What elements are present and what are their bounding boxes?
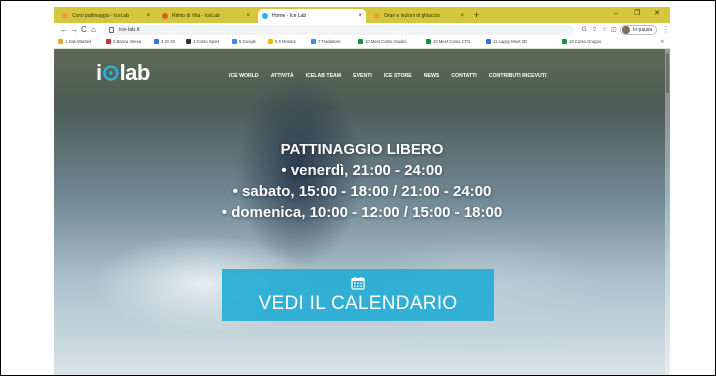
close-icon[interactable]: ×: [146, 13, 150, 19]
bookmark-icon: [58, 39, 63, 44]
bookmark-icon: [268, 39, 273, 44]
profile-status: In pausa: [633, 27, 653, 33]
avatar: [622, 26, 630, 34]
bookmark-item[interactable]: 2 Banca Intesa: [106, 39, 141, 44]
tab-orari[interactable]: Orari e lezioni di ghiaccio ×: [370, 9, 468, 23]
tab-label: Orari e lezioni di ghiaccio: [384, 13, 440, 19]
site-logo[interactable]: i⊙lab: [96, 61, 150, 85]
bookmark-icon: [106, 39, 111, 44]
address-bar-row: ← → C ⌂ ice-lab.it G ⇪ ☆ ◫ In pausa ⋮: [54, 23, 670, 37]
bookmark-icon: [562, 39, 567, 44]
bookmark-icon: [486, 39, 491, 44]
bookmark-label: 7 Traduttore: [318, 39, 341, 44]
bookmark-item[interactable]: 7 Traduttore: [311, 39, 341, 44]
url-text[interactable]: ice-lab.it: [119, 26, 139, 34]
tab-label: Ritmo di Vita - IceLab: [172, 13, 220, 19]
website-viewport: i⊙lab ICE WORLD ATTIVITÀ ICELAB TEAM EVE…: [54, 49, 670, 375]
bookmark-label: 10 Meet Corso CTG: [433, 39, 471, 44]
bookmark-item[interactable]: 6 5 Monitor: [268, 39, 296, 44]
bookmark-icon: [232, 39, 237, 44]
close-icon[interactable]: ×: [460, 13, 464, 19]
bookmark-label: 11 Lappy Meet 3D: [493, 39, 527, 44]
view-calendar-button[interactable]: VEDI IL CALENDARIO: [222, 269, 494, 321]
share-icon[interactable]: ⇪: [592, 26, 597, 34]
tab-strip: Corsi pattinaggio - IceLab × Ritmo di Vi…: [54, 7, 670, 23]
bookmark-item[interactable]: 5 Google: [232, 39, 256, 44]
schedule-line-sunday: • domenica, 10:00 - 12:00 / 15:00 - 18:0…: [221, 204, 503, 221]
calendar-icon: [351, 276, 365, 290]
back-button[interactable]: ←: [60, 25, 68, 35]
nav-contributi-ricevuti[interactable]: CONTRIBUTI RICEVUTI: [489, 73, 547, 79]
google-lens-icon[interactable]: G: [582, 26, 587, 34]
bookmark-label: 3 IO Sit: [161, 39, 175, 44]
tab-ritmo[interactable]: Ritmo di Vita - IceLab ×: [158, 9, 254, 23]
schedule-line-friday: • venerdì, 21:00 - 24:00: [281, 162, 443, 179]
close-icon[interactable]: ×: [246, 13, 250, 19]
bookmarks-bar: 1 Dati Wanted 2 Banca Intesa 3 IO Sit 4 …: [54, 37, 670, 49]
minimize-button[interactable]: –: [614, 8, 618, 20]
lock-icon[interactable]: [109, 27, 114, 33]
bookmark-item[interactable]: 3 IO Sit: [154, 39, 175, 44]
nav-eventi[interactable]: EVENTI: [353, 73, 372, 79]
bookmark-item[interactable]: 10 Meet Corso Giudici: [358, 39, 406, 44]
bookmarks-overflow-button[interactable]: »: [661, 39, 664, 45]
nav-ice-world[interactable]: ICE WORLD: [229, 73, 259, 79]
schedule-line-saturday: • sabato, 15:00 - 18:00 / 21:00 - 24:00: [232, 183, 492, 200]
close-window-button[interactable]: ✕: [654, 8, 660, 20]
nav-ice-store[interactable]: ICE STORE: [384, 73, 412, 79]
reload-button[interactable]: C: [81, 25, 87, 35]
tab-home-ice-lab[interactable]: Home - Ice Lab ×: [258, 9, 366, 23]
nav-news[interactable]: NEWS: [424, 73, 440, 79]
hero-title: PATTINAGGIO LIBERO: [280, 141, 444, 158]
tab-favicon-icon: [374, 13, 380, 19]
sidepanel-icon[interactable]: ◫: [611, 26, 617, 34]
site-main-nav: ICE WORLD ATTIVITÀ ICELAB TEAM EVENTI IC…: [229, 73, 558, 79]
profile-button[interactable]: In pausa: [620, 25, 658, 35]
bookmark-item[interactable]: 10 Meet Corso CTG: [426, 39, 470, 44]
home-button[interactable]: ⌂: [91, 25, 96, 35]
nav-attivita[interactable]: ATTIVITÀ: [271, 73, 294, 79]
bookmark-icon: [311, 39, 316, 44]
bookmark-label: 1 Dati Wanted: [65, 39, 92, 44]
url-bar[interactable]: ice-lab.it: [104, 25, 574, 35]
close-icon[interactable]: ×: [358, 13, 362, 19]
bookmark-icon: [186, 39, 191, 44]
logo-text-suffix: lab: [119, 60, 151, 85]
bookmark-item[interactable]: 19 Corso Gruppo: [562, 39, 601, 44]
restore-button[interactable]: ❐: [634, 8, 640, 20]
tab-favicon-icon: [62, 13, 68, 19]
tab-label: Home - Ice Lab: [272, 13, 307, 19]
tab-favicon-icon: [262, 13, 268, 19]
bookmark-label: 6 5 Monitor: [275, 39, 296, 44]
page-scrollbar[interactable]: [665, 49, 670, 375]
bookmark-label: 10 Meet Corso Giudici: [365, 39, 407, 44]
bookmark-icon: [154, 39, 159, 44]
scrollbar-thumb[interactable]: [666, 53, 669, 93]
bookmark-icon: [426, 39, 431, 44]
hero-schedule: PATTINAGGIO LIBERO • venerdì, 21:00 - 24…: [54, 139, 670, 223]
bookmark-label: 2 Banca Intesa: [113, 39, 141, 44]
tab-favicon-icon: [162, 13, 168, 19]
new-tab-button[interactable]: +: [474, 9, 479, 21]
nav-icelab-team[interactable]: ICELAB TEAM: [306, 73, 341, 79]
bookmark-item[interactable]: 11 Lappy Meet 3D: [486, 39, 527, 44]
tab-label: Corsi pattinaggio - IceLab: [72, 13, 129, 19]
cta-label: VEDI IL CALENDARIO: [258, 292, 458, 314]
forward-button[interactable]: →: [70, 25, 78, 35]
star-icon[interactable]: ☆: [602, 26, 607, 34]
bookmark-item[interactable]: 1 Dati Wanted: [58, 39, 91, 44]
tab-corsi[interactable]: Corsi pattinaggio - IceLab ×: [58, 9, 154, 23]
nav-contatti[interactable]: CONTATTI: [451, 73, 476, 79]
menu-kebab-icon[interactable]: ⋮: [662, 25, 670, 35]
logo-ring-icon: ⊙: [101, 60, 120, 85]
bookmark-label: 5 Google: [239, 39, 256, 44]
screenshot-frame: Corsi pattinaggio - IceLab × Ritmo di Vi…: [0, 0, 716, 376]
bookmark-icon: [358, 39, 363, 44]
bookmark-label: 19 Corso Gruppo: [569, 39, 602, 44]
browser-window: Corsi pattinaggio - IceLab × Ritmo di Vi…: [54, 7, 670, 375]
bookmark-item[interactable]: 4 Corso Sport: [186, 39, 219, 44]
bookmark-label: 4 Corso Sport: [193, 39, 219, 44]
